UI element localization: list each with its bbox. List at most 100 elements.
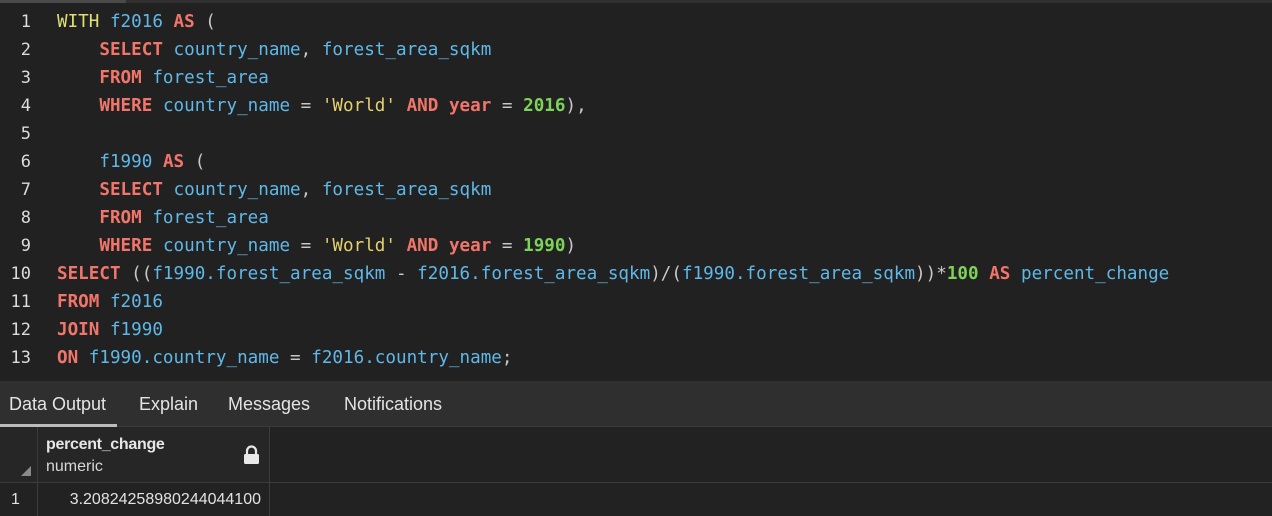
code-token: SELECT: [57, 264, 121, 284]
code-token: forest_area_sqkm: [321, 40, 492, 60]
column-name: percent_change: [46, 436, 165, 453]
code-token: 'World': [321, 236, 396, 256]
code-line: WITH f2016 AS (: [57, 8, 1272, 36]
code-token: AS: [989, 264, 1011, 284]
code-token: country_name: [173, 40, 301, 60]
code-token: =: [279, 348, 312, 368]
code-token: ;: [501, 348, 513, 368]
code-token: JOIN: [57, 320, 100, 340]
code-token: ): [565, 236, 577, 256]
code-token: forest_area: [152, 68, 269, 88]
tab-data-output[interactable]: Data Output: [0, 381, 118, 427]
code-token: 'World': [321, 96, 396, 116]
code-token: 2016: [523, 96, 566, 116]
line-number: 10: [10, 264, 31, 284]
code-token: SELECT: [99, 40, 163, 60]
select-all-corner[interactable]: [0, 427, 38, 483]
code-line: SELECT country_name, forest_area_sqkm: [57, 176, 1272, 204]
code-token: SELECT: [99, 180, 163, 200]
line-number: 6: [20, 152, 31, 172]
tab-messages[interactable]: Messages: [228, 381, 310, 427]
line-number: 4: [20, 96, 31, 116]
code-token: f1990: [99, 152, 153, 172]
line-number: 9: [20, 236, 31, 256]
code-token: f1990: [109, 320, 163, 340]
code-line: WHERE country_name = 'World' AND year = …: [57, 92, 1272, 120]
line-number: 5: [20, 124, 31, 144]
code-token: -: [385, 264, 418, 284]
tab-explain[interactable]: Explain: [139, 381, 198, 427]
code-token: country_name: [173, 180, 301, 200]
code-line: SELECT ((f1990.forest_area_sqkm - f2016.…: [57, 260, 1272, 288]
code-token: WITH: [57, 12, 100, 32]
code-token: ))*: [915, 264, 947, 284]
code-token: ((: [120, 264, 153, 284]
line-number: 7: [20, 180, 31, 200]
code-token: f2016.forest_area_sqkm: [417, 264, 651, 284]
code-token: )/(: [650, 264, 682, 284]
code-token: (: [184, 152, 206, 172]
code-token: =: [491, 96, 524, 116]
code-token: f1990.forest_area_sqkm: [152, 264, 386, 284]
code-token: f1990.forest_area_sqkm: [682, 264, 916, 284]
code-line: WHERE country_name = 'World' AND year = …: [57, 232, 1272, 260]
code-line: ON f1990.country_name = f2016.country_na…: [57, 344, 1272, 372]
code-area[interactable]: WITH f2016 AS ( SELECT country_name, for…: [57, 8, 1272, 372]
header-empty-space: [270, 427, 1272, 483]
row-number[interactable]: 1: [0, 483, 38, 516]
code-token: f2016: [109, 12, 163, 32]
line-number: 13: [10, 348, 31, 368]
code-token: FROM: [99, 208, 142, 228]
code-token: ,: [300, 40, 322, 60]
code-token: year: [448, 96, 492, 116]
code-token: ,: [300, 180, 322, 200]
code-token: =: [290, 96, 322, 116]
code-token: AS: [173, 12, 195, 32]
code-token: AS: [162, 152, 185, 172]
table-cell-percent-change[interactable]: 3.20824258980244044100: [38, 483, 270, 516]
column-header-percent-change[interactable]: percent_change numeric: [38, 427, 270, 483]
tab-notifications[interactable]: Notifications: [344, 381, 442, 427]
lock-icon: [244, 445, 259, 464]
line-number: 11: [10, 292, 31, 312]
code-token: WHERE: [99, 236, 153, 256]
code-token: AND: [406, 236, 439, 256]
code-line: FROM f2016: [57, 288, 1272, 316]
line-number: 1: [20, 12, 31, 32]
sql-query-editor[interactable]: 1 2 3 4 5 6 7 8 9 10 11 12 13 WITH f2016 AS ( SELECT…: [0, 3, 1272, 381]
code-token: 100: [946, 264, 979, 284]
code-token: =: [491, 236, 524, 256]
code-token: year: [448, 236, 492, 256]
code-line: JOIN f1990: [57, 316, 1272, 344]
code-token: AND: [406, 96, 439, 116]
code-token: f2016.country_name: [311, 348, 502, 368]
results-tab-bar: Data Output Explain Messages Notificatio…: [0, 381, 1272, 427]
code-token: FROM: [57, 292, 100, 312]
line-number-gutter: 1 2 3 4 5 6 7 8 9 10 11 12 13: [0, 8, 44, 372]
code-token: (: [194, 12, 216, 32]
code-token: f2016: [109, 292, 163, 312]
code-token: f1990.country_name: [88, 348, 280, 368]
code-token: forest_area_sqkm: [321, 180, 492, 200]
code-token: FROM: [99, 68, 142, 88]
